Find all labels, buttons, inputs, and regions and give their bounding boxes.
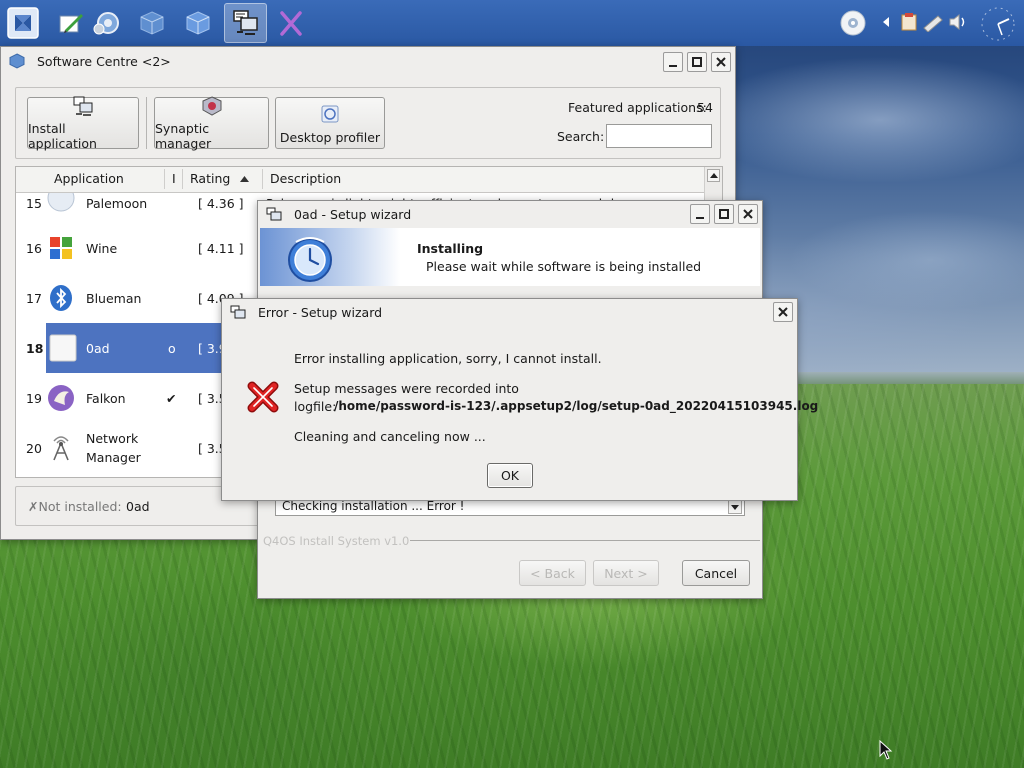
package-box-icon — [140, 11, 164, 35]
error-icon — [247, 381, 279, 416]
setup-wizard-icon — [230, 305, 246, 321]
logfile-path: /home/password-is-123/.appsetup2/log/set… — [334, 399, 819, 413]
close-icon — [716, 57, 726, 67]
gear-globe-icon — [93, 12, 119, 35]
synaptic-icon — [200, 95, 224, 117]
logfile-label: logfile: — [294, 399, 337, 414]
setup-wizard-titlebar[interactable]: 0ad - Setup wizard — [258, 201, 762, 228]
x-app-icon — [280, 11, 302, 36]
close-icon — [778, 307, 788, 317]
minimize-button[interactable] — [690, 204, 710, 224]
minimize-icon — [669, 65, 677, 67]
ok-button[interactable]: OK — [487, 463, 533, 488]
cancel-button[interactable]: Cancel — [682, 560, 750, 586]
desktop-profiler-button[interactable]: Desktop profiler — [275, 97, 385, 149]
maximize-icon — [719, 209, 729, 219]
q4os-start-icon — [7, 7, 39, 39]
setup-wizard-icon — [266, 207, 282, 223]
search-label: Search: — [557, 129, 605, 144]
wizard-subheading: Please wait while software is being inst… — [426, 259, 702, 274]
volume-icon[interactable] — [947, 11, 969, 33]
window-title: Software Centre <2> — [37, 53, 171, 69]
clock-icon[interactable] — [978, 4, 1018, 44]
minimize-button[interactable] — [663, 52, 683, 72]
network-icon[interactable] — [922, 11, 944, 33]
taskbar-system-settings[interactable] — [86, 3, 126, 43]
maximize-button[interactable] — [687, 52, 707, 72]
wizard-heading: Installing — [417, 241, 484, 256]
falkon-icon — [46, 383, 76, 413]
chevron-down-icon — [731, 504, 739, 510]
dialog-title: Error - Setup wizard — [258, 305, 383, 320]
taskbar-x-app[interactable] — [271, 3, 311, 43]
pen-paper-icon — [59, 14, 83, 33]
tray-expand-arrow-icon[interactable] — [880, 11, 892, 33]
error-message-line2: Setup messages were recorded into — [294, 381, 519, 396]
taskbar-software-centre-2[interactable] — [178, 3, 218, 43]
start-menu-button[interactable] — [3, 3, 43, 43]
wine-icon — [46, 233, 76, 263]
column-application[interactable]: Application — [54, 171, 124, 186]
maximize-icon — [692, 57, 702, 67]
dropdown-button[interactable] — [728, 500, 742, 514]
palemoon-icon — [46, 193, 76, 213]
back-button[interactable]: < Back — [519, 560, 586, 586]
bluetooth-icon — [46, 283, 76, 313]
featured-label: Featured applications: — [568, 100, 707, 115]
featured-count: 54 — [697, 100, 713, 115]
next-button[interactable]: Next > — [593, 560, 659, 586]
search-input[interactable] — [606, 124, 712, 148]
error-message-line1: Error installing application, sorry, I c… — [294, 351, 602, 366]
install-application-button[interactable]: Install application — [27, 95, 139, 151]
setup-wizard-icon — [71, 95, 95, 117]
error-dialog-titlebar[interactable]: Error - Setup wizard — [222, 299, 797, 326]
error-message-line4: Cleaning and canceling now ... — [294, 429, 486, 444]
close-button[interactable] — [773, 302, 793, 322]
window-title: 0ad - Setup wizard — [294, 207, 412, 222]
synaptic-manager-button[interactable]: Synaptic manager — [154, 95, 269, 151]
toolbar-separator — [146, 97, 147, 149]
column-rating[interactable]: Rating — [190, 171, 230, 186]
package-box-icon — [186, 11, 210, 35]
taskbar — [0, 0, 1024, 46]
close-button[interactable] — [711, 52, 731, 72]
table-header: Application I Rating Description — [16, 167, 704, 193]
column-description[interactable]: Description — [270, 171, 341, 186]
status-value: 0ad — [126, 499, 150, 514]
footer-divider — [410, 540, 760, 541]
close-icon — [743, 209, 753, 219]
column-installed[interactable]: I — [172, 171, 176, 186]
error-dialog: Error - Setup wizard Error installing ap… — [221, 298, 818, 501]
taskbar-software-centre-1[interactable] — [132, 3, 172, 43]
chevron-up-icon — [709, 173, 718, 178]
clipboard-icon[interactable] — [898, 11, 920, 33]
taskbar-setup-wizard[interactable] — [224, 3, 267, 43]
scroll-up-button[interactable] — [707, 169, 720, 182]
clock-globe-icon — [284, 232, 336, 287]
network-manager-icon — [46, 433, 76, 463]
maximize-button[interactable] — [714, 204, 734, 224]
minimize-icon — [696, 217, 704, 219]
sort-ascending-icon — [240, 176, 249, 182]
setup-wizard-icon — [232, 10, 258, 35]
taskbar-text-editor[interactable] — [50, 3, 90, 43]
disc-icon[interactable] — [838, 8, 868, 38]
software-centre-titlebar[interactable]: Software Centre <2> — [1, 47, 735, 75]
installer-version: Q4OS Install System v1.0 — [263, 534, 410, 548]
0ad-icon — [48, 333, 78, 363]
close-button[interactable] — [738, 204, 758, 224]
package-box-icon — [9, 53, 25, 69]
mouse-cursor-icon — [879, 740, 893, 760]
status-prefix: ✗Not installed: — [28, 499, 122, 514]
profiler-icon — [318, 102, 342, 126]
wizard-header: Installing Please wait while software is… — [260, 228, 760, 286]
